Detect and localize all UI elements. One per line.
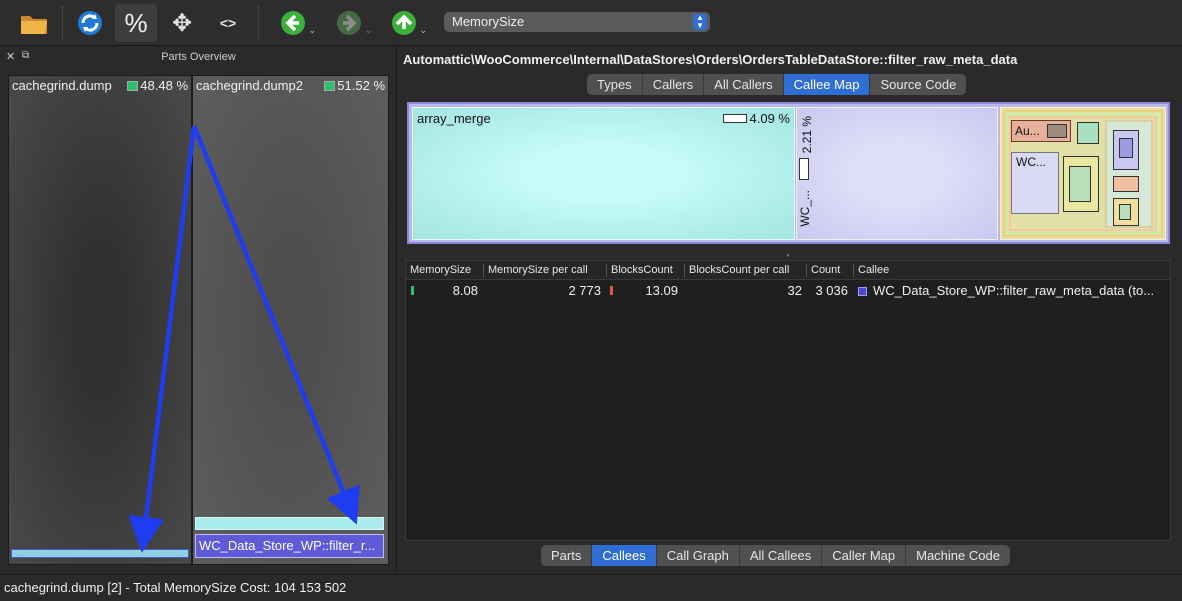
part-label: cachegrind.dump2 <box>196 78 303 93</box>
part-pct: 51.52 % <box>324 78 385 93</box>
tab-parts[interactable]: Parts <box>541 545 593 566</box>
callee-label: Au... <box>1015 124 1040 138</box>
open-folder-icon[interactable] <box>14 4 54 42</box>
function-title: Automattic\WooCommerce\Internal\DataStor… <box>403 52 1018 67</box>
pct-box-icon <box>799 158 809 180</box>
pct-indicator-icon <box>127 80 139 91</box>
callee-label: array_merge <box>417 111 491 126</box>
table-row[interactable]: 8.08 2 773 13.09 32 3 036 WC_Data_Store_… <box>406 281 1170 299</box>
top-tab-bar: Types Callers All Callers Callee Map Sou… <box>587 74 967 95</box>
cell-count: 3 036 <box>815 283 848 298</box>
metric-select-value: MemorySize <box>452 14 525 29</box>
callees-table: MemorySize MemorySize per call BlocksCou… <box>405 260 1171 541</box>
callee-label: WC_... <box>798 190 812 227</box>
callee-label: WC... <box>1016 155 1046 169</box>
tab-caller-map[interactable]: Caller Map <box>822 545 907 566</box>
percentage-icon[interactable]: % <box>115 4 157 42</box>
callee-pct-value: 4.09 % <box>749 111 790 126</box>
pct-indicator-icon <box>324 80 336 91</box>
tab-machine-code[interactable]: Machine Code <box>906 545 1010 566</box>
move-icon[interactable]: ✥ <box>164 4 200 42</box>
part-cachegrind-dump2[interactable]: cachegrind.dump2 51.52 % WC_Data_Store_W… <box>193 76 388 564</box>
cell-blocks-count: 13.09 <box>645 283 678 298</box>
forward-icon[interactable]: ⌄ <box>326 4 372 42</box>
part-function-block[interactable]: WC_Data_Store_WP::filter_r... <box>195 534 384 558</box>
table-header: MemorySize MemorySize per call BlocksCou… <box>406 261 1170 280</box>
back-icon[interactable]: ⌄ <box>270 4 316 42</box>
tab-source-code[interactable]: Source Code <box>870 74 966 95</box>
cost-bar-icon <box>610 286 613 295</box>
callee-pct-value: 2.21 % <box>800 116 814 154</box>
tab-all-callees[interactable]: All Callees <box>740 545 823 566</box>
reload-icon[interactable] <box>70 4 110 42</box>
column-header[interactable]: Callee <box>853 264 1169 277</box>
status-bar: cachegrind.dump [2] - Total MemorySize C… <box>0 574 1182 601</box>
callee-map-wc-block[interactable]: 2.21 % WC_... <box>796 107 998 240</box>
cell-memory-size-per-call: 2 773 <box>568 283 601 298</box>
code-icon[interactable]: <> <box>210 4 246 42</box>
parts-overview-panel: ✕ ⧉ Parts Overview cachegrind.dump 48.48… <box>0 47 397 573</box>
cell-callee: WC_Data_Store_WP::filter_raw_meta_data (… <box>858 283 1154 298</box>
part-pct: 48.48 % <box>127 78 188 93</box>
pct-box-icon <box>722 114 747 123</box>
function-detail-panel: Automattic\WooCommerce\Internal\DataStor… <box>398 47 1182 573</box>
part-function-bar[interactable] <box>195 517 384 530</box>
part-cachegrind-dump[interactable]: cachegrind.dump 48.48 % <box>9 76 193 564</box>
callee-map-array-merge[interactable]: array_merge 4.09 % <box>412 107 795 240</box>
callee-color-icon <box>858 287 867 297</box>
tab-types[interactable]: Types <box>587 74 643 95</box>
callee-map-wc-inner[interactable]: WC... <box>1011 152 1059 214</box>
splitter-handle[interactable]: ● <box>786 253 792 259</box>
cell-memory-size: 8.08 <box>452 283 478 298</box>
callee-map: array_merge 4.09 % 2.21 % WC_... Au... W… <box>407 102 1170 244</box>
tab-callees[interactable]: Callees <box>592 545 657 566</box>
part-label: cachegrind.dump <box>12 78 112 93</box>
callee-vertical-label: 2.21 % WC_... <box>797 112 814 232</box>
callee-name: WC_Data_Store_WP::filter_raw_meta_data (… <box>873 283 1155 298</box>
column-header[interactable]: BlocksCount <box>606 264 684 277</box>
part-pct-value: 48.48 % <box>140 78 188 93</box>
tab-call-graph[interactable]: Call Graph <box>657 545 740 566</box>
part-function-bar[interactable] <box>11 549 189 558</box>
column-header[interactable]: Count <box>806 264 853 277</box>
part-pct-value: 51.52 % <box>337 78 385 93</box>
up-icon[interactable]: ⌄ <box>381 4 427 42</box>
parts-overview-title: Parts Overview <box>161 51 236 63</box>
column-header[interactable]: MemorySize per call <box>483 264 606 277</box>
cell-blocks-count-per-call: 32 <box>787 283 802 298</box>
bottom-tab-bar: Parts Callees Call Graph All Callees Cal… <box>541 545 1010 566</box>
tab-callee-map[interactable]: Callee Map <box>783 74 871 95</box>
select-arrows-icon: ▲ ▼ <box>693 14 707 30</box>
parts-area: cachegrind.dump 48.48 % cachegrind.dump2… <box>8 75 389 565</box>
column-header[interactable]: MemorySize <box>406 264 483 277</box>
callee-pct: 4.09 % <box>722 111 790 126</box>
metric-select[interactable]: MemorySize ▲ ▼ <box>444 12 710 32</box>
callee-map-nested-blocks[interactable]: Au... WC... <box>1000 107 1166 240</box>
toolbar: % ✥ <> ⌄ ⌄ ⌄ MemorySize ▲ ▼ <box>0 0 1182 46</box>
tab-callers[interactable]: Callers <box>643 74 705 95</box>
cost-bar-icon <box>411 286 414 295</box>
app-window: % ✥ <> ⌄ ⌄ ⌄ MemorySize ▲ ▼ ✕ ⧉ Parts Ove… <box>0 0 1182 601</box>
tab-all-callers[interactable]: All Callers <box>704 74 784 95</box>
column-header[interactable]: BlocksCount per call <box>684 264 806 277</box>
